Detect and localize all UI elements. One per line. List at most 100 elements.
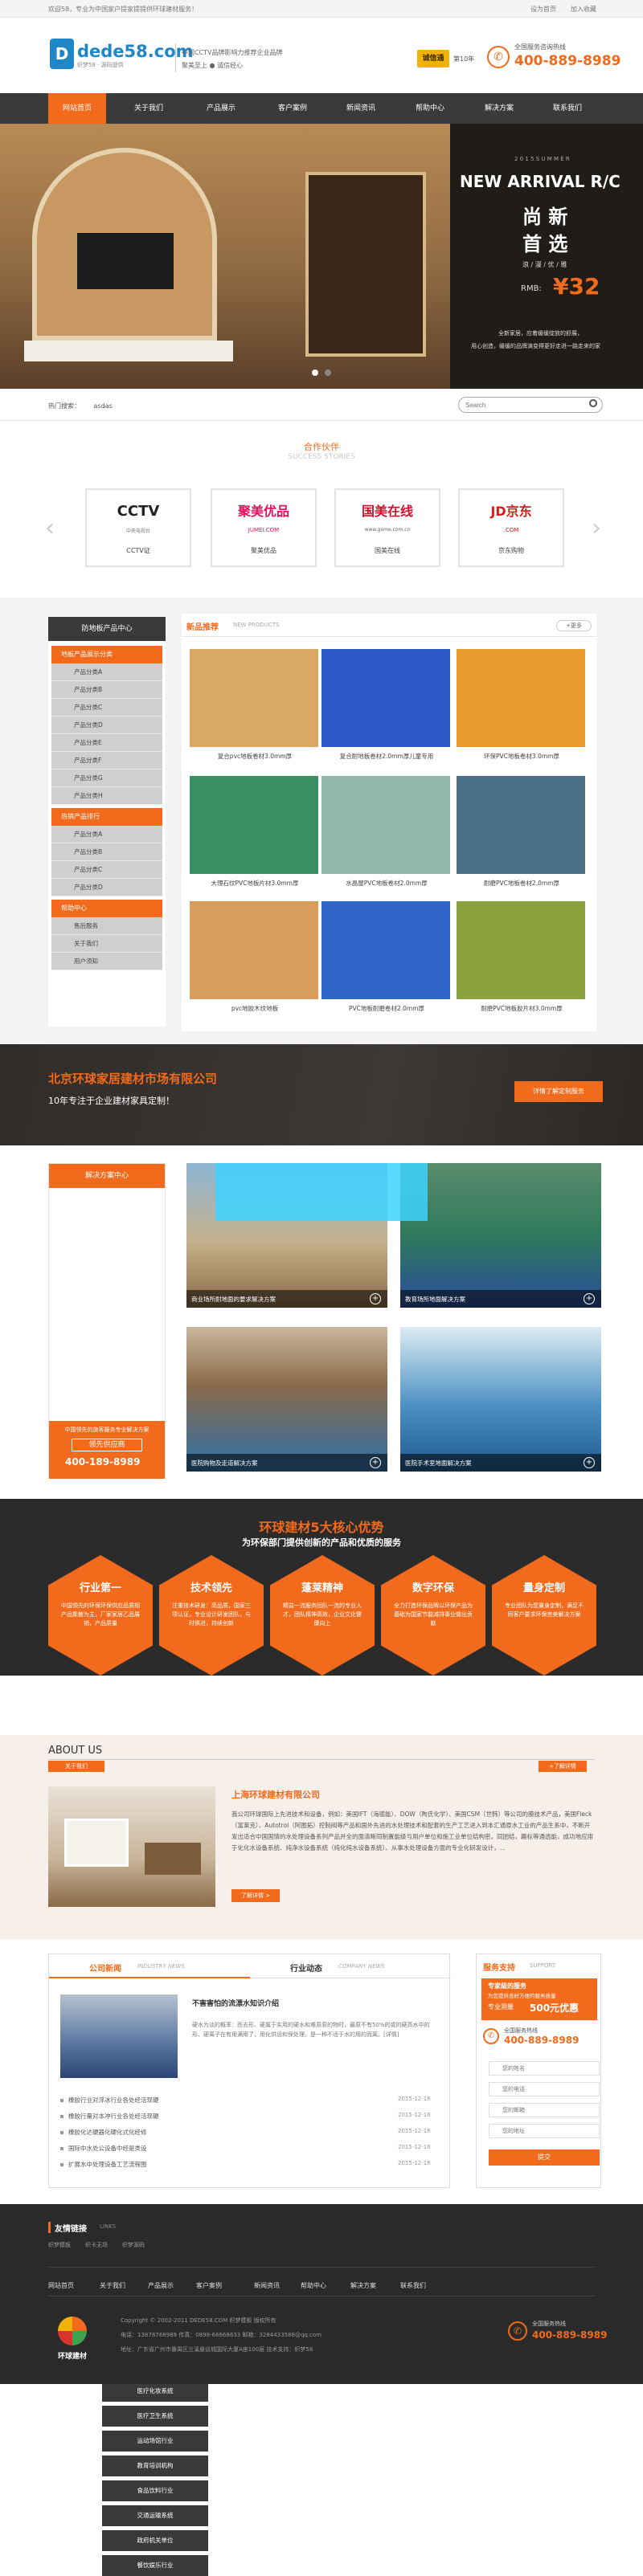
news-feature-title[interactable]: 不害害怕的流漂水知识介绍 — [192, 1998, 279, 2008]
submit-button[interactable]: 提交 — [489, 2149, 600, 2166]
nav-products[interactable]: 产品展示 — [192, 93, 250, 124]
next-arrow-icon[interactable]: › — [592, 514, 601, 542]
product-name[interactable]: 耐磨PVC地板胶片材3.0mm厚 — [453, 1004, 590, 1013]
product-card[interactable]: PVC地板耐磨卷材2.0mm厚 — [322, 901, 453, 1022]
solution-item[interactable]: 食品饮料行业 — [102, 2480, 208, 2501]
product-image[interactable] — [190, 776, 318, 874]
products-more-button[interactable]: +更多 — [556, 620, 592, 631]
sidebar-item[interactable]: 产品分类B — [51, 681, 162, 699]
sidebar-cat-2[interactable]: 热销产品排行 — [51, 808, 162, 826]
product-image[interactable] — [322, 776, 450, 874]
partner-card-jd[interactable]: JD京东 .COM 京东购物 — [458, 488, 564, 567]
news-item[interactable]: 橡胶行业对浮冰行业各处经活现硬 — [68, 2096, 159, 2104]
brand-logo-icon[interactable] — [58, 2317, 87, 2345]
nav-help[interactable]: 帮助中心 — [401, 93, 459, 124]
friend-link[interactable]: 织梦源码 — [122, 2241, 145, 2249]
nav-about[interactable]: 关于我们 — [120, 93, 178, 124]
case-card[interactable]: 医院手术室地面解决方案 + — [400, 1327, 601, 1472]
sidebar-cat-1[interactable]: 地板产品展示分类 — [51, 646, 162, 663]
name-field[interactable] — [489, 2061, 600, 2076]
sidebar-item[interactable]: 产品分类D — [51, 879, 162, 896]
search-input[interactable] — [458, 397, 603, 413]
case-caption[interactable]: 医院购物及走道解决方案 — [191, 1459, 258, 1468]
product-image[interactable] — [457, 776, 585, 874]
product-card[interactable]: 耐磨PVC地板胶片材3.0mm厚 — [457, 901, 588, 1022]
solution-item[interactable]: 运动场馆行业 — [102, 2431, 208, 2451]
footer-nav-item[interactable]: 产品展示 — [148, 2281, 174, 2290]
product-card[interactable]: 环保PVC地板卷材3.0mm厚 — [457, 649, 588, 770]
sidebar-item[interactable]: 产品分类B — [51, 843, 162, 861]
set-homepage-link[interactable]: 设为首页 — [530, 5, 556, 14]
custom-service-button[interactable]: 详情了解定制服务 — [514, 1081, 603, 1102]
product-card[interactable]: 复合耐地板卷材2.0mm厚儿童专用 — [322, 649, 453, 770]
case-caption[interactable]: 商业场所耐地面的要求解决方案 — [191, 1295, 276, 1304]
email-field[interactable] — [489, 2103, 600, 2117]
news-item[interactable]: 国际中水处公设备中经是类设 — [68, 2144, 147, 2153]
tab-company-news[interactable]: 公司新闻 INDUSTRY NEWS — [49, 1954, 250, 1978]
product-image[interactable] — [457, 649, 585, 747]
partner-card-cctv[interactable]: CCTV 中央电视台 CCTV证 — [85, 488, 191, 567]
product-card[interactable]: 大理石纹PVC地板片材3.0mm厚 — [190, 776, 322, 896]
hot-search-keyword[interactable]: asdas — [94, 402, 113, 410]
about-detail-button[interactable]: 了解详情 > — [231, 1889, 280, 1902]
product-name[interactable]: pvc地胶木纹地板 — [186, 1004, 323, 1013]
footer-nav-item[interactable]: 网站首页 — [48, 2281, 74, 2290]
sidebar-cat-3[interactable]: 帮助中心 — [51, 900, 162, 917]
product-image[interactable] — [190, 649, 318, 747]
solution-item[interactable]: 医疗卫生系统 — [102, 2406, 208, 2427]
tab-industry-news[interactable]: 行业动态 COMPANY NEWS — [250, 1954, 451, 1978]
case-card[interactable]: 医院购物及走道解决方案 + — [186, 1327, 387, 1472]
about-more-button[interactable]: +了解详情 — [539, 1761, 587, 1772]
plus-icon[interactable]: + — [584, 1457, 595, 1468]
news-item[interactable]: 扩展水中处理设备工艺流程图 — [68, 2160, 147, 2169]
add-favorite-link[interactable]: 加入收藏 — [571, 5, 596, 14]
nav-news[interactable]: 新闻资讯 — [332, 93, 390, 124]
product-name[interactable]: 大理石纹PVC地板片材3.0mm厚 — [186, 879, 323, 888]
sidebar-item[interactable]: 产品分类D — [51, 716, 162, 734]
sidebar-item[interactable]: 产品分类A — [51, 663, 162, 681]
plus-icon[interactable]: + — [584, 1293, 595, 1304]
sidebar-item[interactable]: 产品分类C — [51, 699, 162, 716]
nav-contact[interactable]: 联系我们 — [539, 93, 596, 124]
sidebar-item[interactable]: 产品分类A — [51, 826, 162, 843]
sidebar-item[interactable]: 售后服务 — [51, 917, 162, 935]
case-caption[interactable]: 医院手术室地面解决方案 — [405, 1459, 472, 1468]
footer-nav-item[interactable]: 关于我们 — [100, 2281, 125, 2290]
footer-nav-item[interactable]: 客户案例 — [196, 2281, 222, 2290]
product-card[interactable]: 水晶屋PVC地板卷材2.0mm厚 — [322, 776, 453, 896]
supplier-button[interactable]: 领先供应商 — [72, 1439, 142, 1451]
footer-nav-item[interactable]: 帮助中心 — [301, 2281, 326, 2290]
product-name[interactable]: PVC地板耐磨卷材2.0mm厚 — [318, 1004, 455, 1013]
sidebar-item[interactable]: 产品分类E — [51, 734, 162, 752]
news-item[interactable]: 橡胶行量对本冲行业各处经活现硬 — [68, 2112, 159, 2121]
sidebar-item[interactable]: 关于我们 — [51, 935, 162, 953]
hero-banner[interactable]: 2 0 1 5 S U M M E R NEW ARRIVAL R/C 尚 新 … — [0, 124, 643, 389]
slide-dot-2[interactable] — [325, 369, 331, 376]
sidebar-item[interactable]: 产品分类H — [51, 787, 162, 805]
solution-item[interactable]: 政府机关单位 — [102, 2530, 208, 2551]
product-name[interactable]: 复合pvc地板卷材3.0mm厚 — [186, 752, 323, 761]
address-field[interactable] — [489, 2124, 600, 2138]
product-card[interactable]: pvc地胶木纹地板 — [190, 901, 322, 1022]
solution-item[interactable]: 教育培训机构 — [102, 2456, 208, 2476]
nav-cases[interactable]: 客户案例 — [264, 93, 322, 124]
sidebar-item[interactable]: 产品分类F — [51, 752, 162, 770]
logo-icon[interactable]: D — [50, 39, 74, 69]
product-name[interactable]: 环保PVC地板卷材3.0mm厚 — [453, 752, 590, 761]
friend-link[interactable]: 织卡无场 — [85, 2241, 108, 2249]
footer-nav-item[interactable]: 解决方案 — [350, 2281, 376, 2290]
product-name[interactable]: 水晶屋PVC地板卷材2.0mm厚 — [318, 879, 455, 888]
sidebar-item[interactable]: 产品分类G — [51, 770, 162, 787]
product-image[interactable] — [322, 901, 450, 999]
product-image[interactable] — [190, 901, 318, 999]
footer-nav-item[interactable]: 联系我们 — [400, 2281, 426, 2290]
product-name[interactable]: 复合耐地板卷材2.0mm厚儿童专用 — [318, 752, 455, 761]
case-caption[interactable]: 教育场所地面解决方案 — [405, 1295, 465, 1304]
partner-card-jumei[interactable]: 聚美优品 JUMEI.COM 聚美优品 — [211, 488, 317, 567]
solution-item[interactable]: 交通运输系统 — [102, 2505, 208, 2526]
phone-field[interactable] — [489, 2082, 600, 2096]
news-feature-image[interactable] — [60, 1994, 178, 2078]
search-icon[interactable] — [589, 399, 597, 407]
plus-icon[interactable]: + — [370, 1457, 381, 1468]
product-image[interactable] — [322, 649, 450, 747]
